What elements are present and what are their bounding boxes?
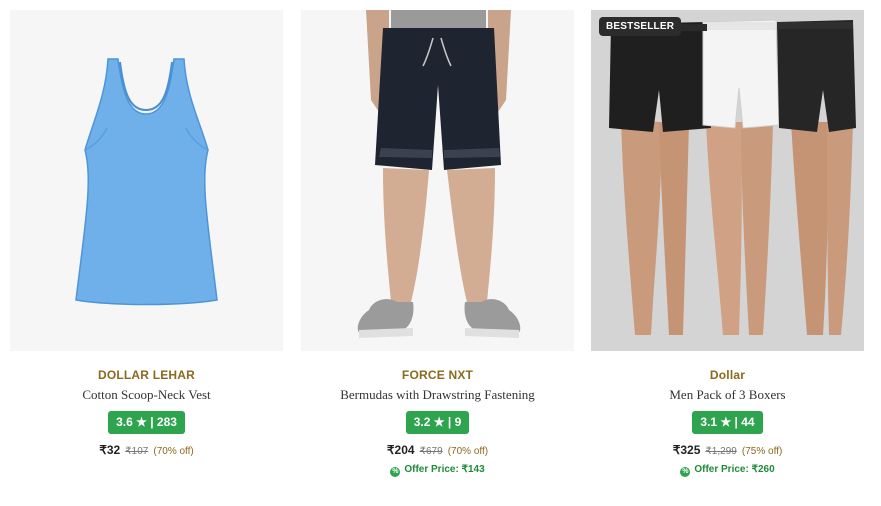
product-title[interactable]: Bermudas with Drawstring Fastening — [301, 387, 574, 403]
original-price: ₹1,299 — [705, 446, 737, 457]
review-count: 9 — [454, 415, 462, 429]
product-title[interactable]: Cotton Scoop-Neck Vest — [10, 387, 283, 403]
selling-price: ₹325 — [672, 443, 701, 457]
review-count: 44 — [741, 415, 755, 429]
product-title[interactable]: Men Pack of 3 Boxers — [591, 387, 864, 403]
product-image[interactable] — [10, 10, 283, 351]
bestseller-badge: BESTSELLER — [599, 17, 682, 36]
star-icon: ★ — [720, 415, 732, 429]
selling-price: ₹204 — [386, 443, 415, 457]
brand-name: DOLLAR LEHAR — [97, 368, 196, 382]
discount-label: (75% off) — [741, 446, 783, 457]
price-row: ₹325 ₹1,299 (75% off) — [591, 443, 864, 457]
rating-badge: 3.2 ★ | 9 — [405, 411, 470, 434]
rating-value: 3.2 — [413, 415, 431, 429]
star-icon: ★ — [136, 415, 147, 429]
price-row: ₹204 ₹679 (70% off) — [301, 443, 574, 457]
offer-price-row: % Offer Price: ₹260 — [591, 464, 864, 477]
product-card-boxers[interactable]: BESTSELLER Dollar Men Pack of 3 Boxers 3… — [591, 10, 864, 477]
selling-price: ₹32 — [99, 443, 121, 457]
offer-price: Offer Price: ₹260 — [694, 464, 775, 475]
rating-value: 3.6 — [116, 415, 133, 429]
brand-name: Dollar — [709, 368, 746, 382]
offer-tag-icon: % — [680, 467, 691, 477]
review-count: 283 — [156, 415, 177, 429]
discount-label: (70% off) — [447, 446, 489, 457]
rating-badge: 3.1 ★ | 44 — [692, 411, 763, 434]
original-price: ₹107 — [125, 446, 149, 457]
navy-shorts-icon — [301, 10, 574, 351]
offer-price: Offer Price: ₹143 — [404, 464, 485, 475]
product-card-vest[interactable]: DOLLAR LEHAR Cotton Scoop-Neck Vest 3.6 … — [10, 10, 283, 457]
brand-name: FORCE NXT — [401, 368, 474, 382]
price-row: ₹32 ₹107 (70% off) — [10, 443, 283, 457]
offer-price-row: % Offer Price: ₹143 — [301, 464, 574, 477]
boxers-pack-icon — [591, 10, 864, 351]
product-image[interactable] — [301, 10, 574, 351]
original-price: ₹679 — [419, 446, 443, 457]
blue-vest-icon — [10, 10, 283, 351]
rating-badge: 3.6 ★ | 283 — [108, 411, 185, 434]
product-image[interactable]: BESTSELLER — [591, 10, 864, 351]
offer-tag-icon: % — [390, 467, 401, 477]
discount-label: (70% off) — [153, 446, 194, 457]
rating-value: 3.1 — [700, 415, 718, 429]
star-icon: ★ — [433, 415, 445, 429]
product-card-bermudas[interactable]: FORCE NXT Bermudas with Drawstring Faste… — [301, 10, 574, 477]
